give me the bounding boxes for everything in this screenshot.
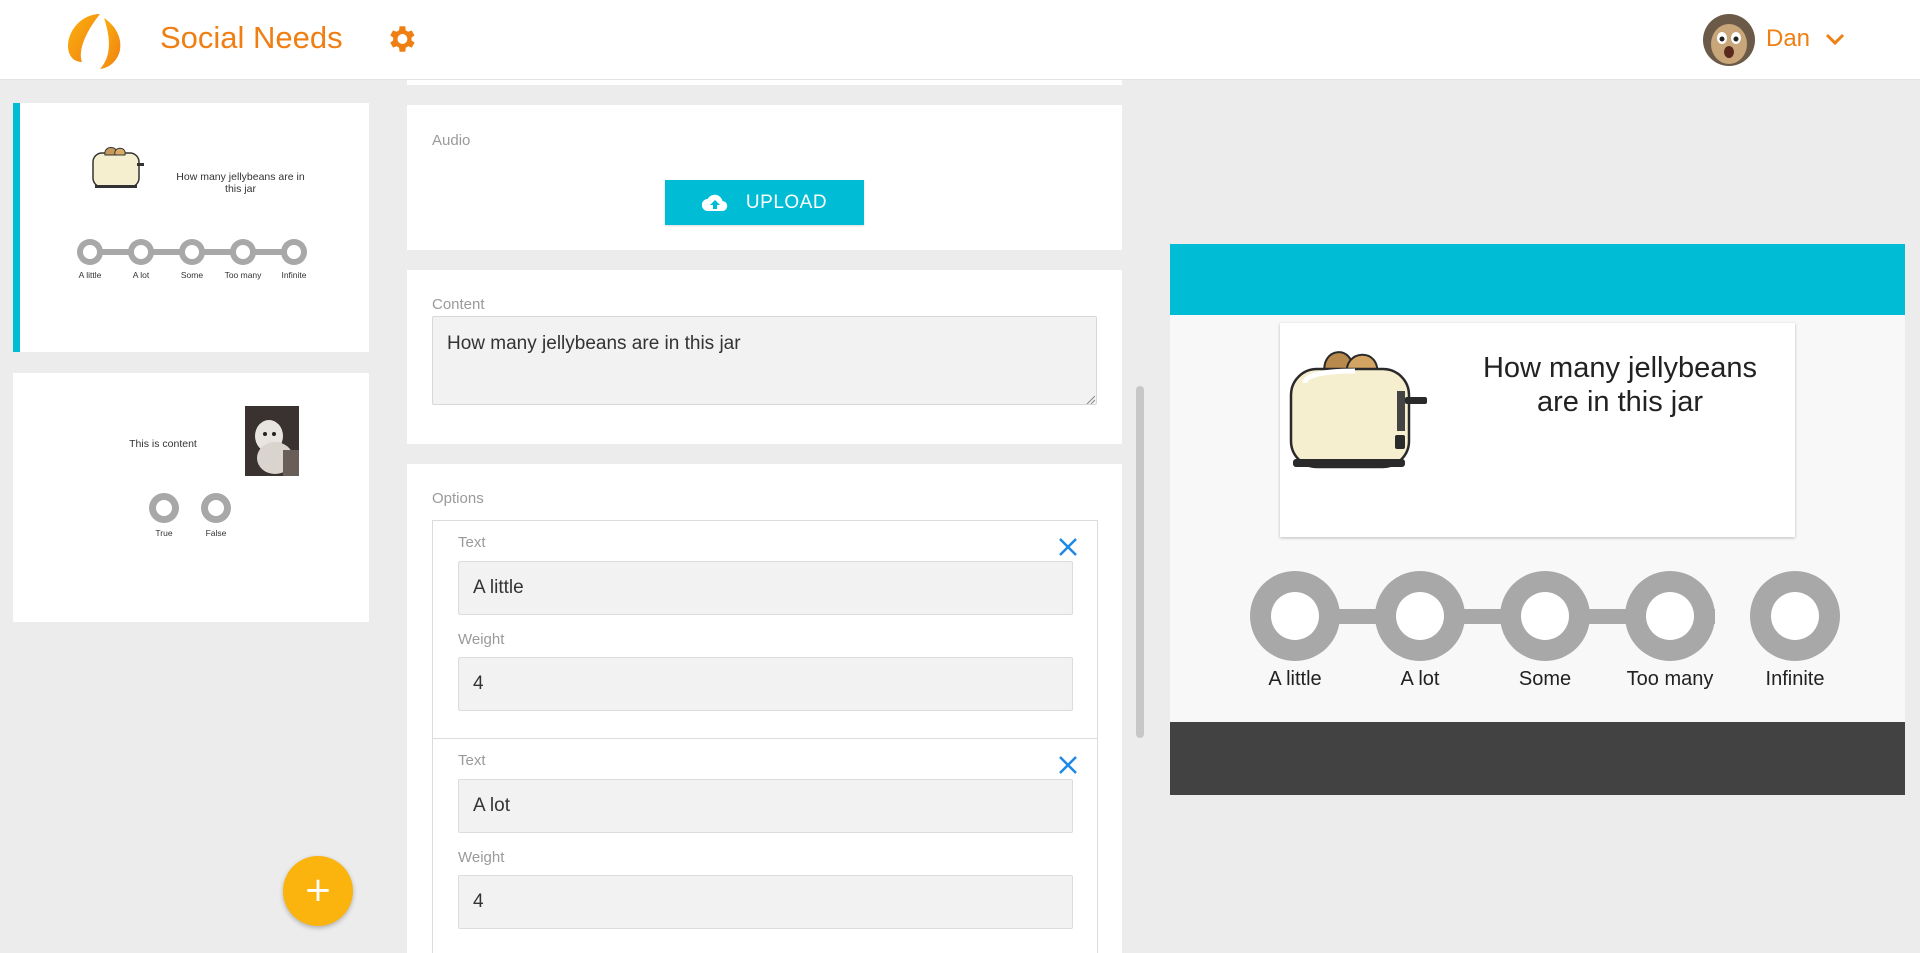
preview-option-label: Too many [1626, 668, 1714, 690]
preview-scale-option[interactable] [1500, 571, 1590, 661]
slide-question: How many jellybeans are in this jar [176, 171, 305, 195]
preview-option-label: A lot [1400, 668, 1440, 690]
option-weight-input[interactable]: 4 [458, 657, 1073, 711]
upload-button[interactable]: UPLOAD [665, 180, 864, 225]
audio-label: Audio [432, 132, 471, 149]
slide-thumbnail-2[interactable]: This is content True False [13, 373, 369, 622]
audio-panel: Audio UPLOAD [407, 105, 1122, 250]
user-name[interactable]: Dan [1766, 25, 1810, 53]
option-item-2: Text A lot Weight 4 [432, 738, 1098, 953]
option-weight-input[interactable]: 4 [458, 875, 1073, 929]
gear-icon[interactable] [384, 22, 418, 56]
app-title: Social Needs [160, 20, 343, 55]
close-icon[interactable] [1056, 753, 1080, 777]
preview-option-label: A little [1268, 668, 1322, 690]
preview-question-card: How many jellybeans are in this jar [1280, 323, 1795, 537]
close-icon[interactable] [1056, 535, 1080, 559]
preview-option-label: Some [1518, 668, 1572, 690]
content-label: Content [432, 296, 485, 313]
option-text-label: Text [458, 534, 486, 551]
preview-scale-option[interactable] [1250, 571, 1340, 661]
preview-scale-option[interactable] [1375, 571, 1465, 661]
slide-scale [149, 493, 231, 523]
dog-photo [245, 406, 299, 476]
option-item-1: Text A little Weight 4 [432, 520, 1098, 739]
preview-question: How many jellybeans are in this jar [1482, 352, 1757, 418]
toaster-image [1289, 351, 1427, 469]
preview-scale [1250, 571, 1840, 661]
slide-thumbnail-1[interactable]: How many jellybeans are in this jar A li… [13, 103, 369, 352]
toaster-image [92, 147, 144, 188]
slide-preview: How many jellybeans are in this jar A li… [1170, 244, 1905, 795]
app-header: Social Needs Dan [0, 0, 1920, 80]
add-slide-button[interactable]: + [283, 856, 353, 926]
editor-panel-top [407, 80, 1122, 85]
slide-option-label: False [205, 528, 227, 538]
option-text-input[interactable]: A lot [458, 779, 1073, 833]
preview-option-label: Infinite [1765, 668, 1825, 690]
option-text-label: Text [458, 752, 486, 769]
preview-footer-bar [1170, 722, 1905, 795]
editor-scrollbar[interactable] [1136, 386, 1144, 738]
upload-label: UPLOAD [745, 191, 828, 213]
option-text-input[interactable]: A little [458, 561, 1073, 615]
options-label: Options [432, 490, 484, 507]
logo-icon[interactable] [64, 12, 126, 70]
option-weight-label: Weight [458, 849, 505, 866]
slide-question: This is content [129, 438, 197, 450]
preview-scale-option[interactable] [1750, 571, 1840, 661]
option-weight-label: Weight [458, 631, 505, 648]
avatar[interactable] [1703, 14, 1755, 66]
preview-scale-option[interactable] [1625, 571, 1715, 661]
chevron-down-icon[interactable] [1823, 27, 1847, 51]
slide-option-label: True [155, 528, 173, 538]
preview-header-bar [1170, 244, 1905, 315]
resize-handle-icon[interactable] [1086, 395, 1095, 404]
cloud-upload-icon [701, 194, 728, 211]
slide-scale [77, 239, 307, 265]
content-textarea[interactable]: How many jellybeans are in this jar [432, 316, 1097, 405]
slide-option-label: Infinite [281, 270, 307, 280]
content-panel: Content How many jellybeans are in this … [407, 270, 1122, 444]
options-panel: Options Text A little Weight 4 Text A lo… [407, 464, 1122, 953]
